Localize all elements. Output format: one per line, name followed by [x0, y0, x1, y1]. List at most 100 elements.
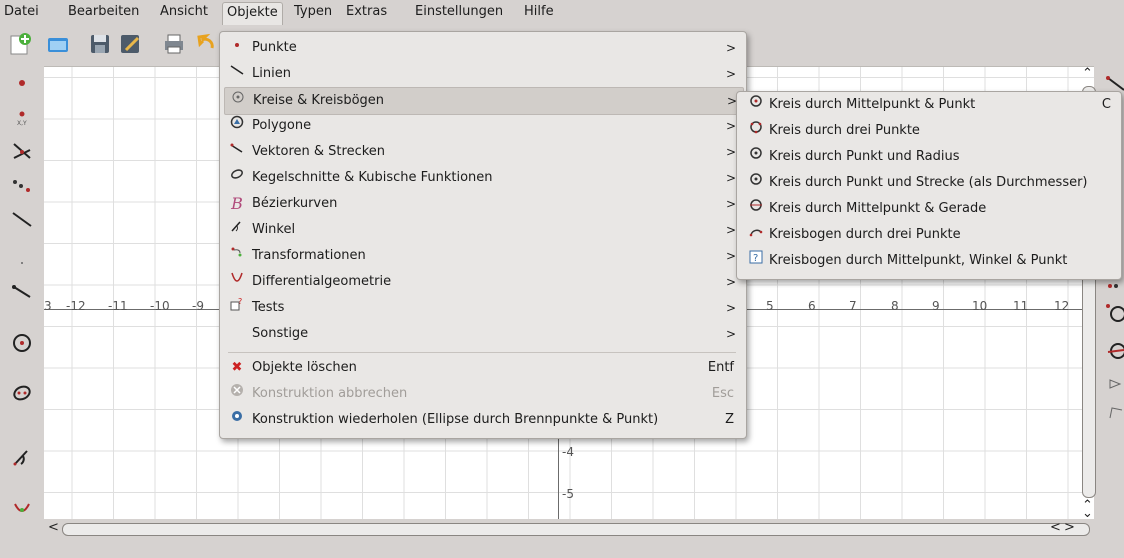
scroll-left-icon[interactable]: < — [1050, 520, 1061, 535]
menu-item-sonstige[interactable]: Sonstige > — [224, 321, 742, 347]
submenu-item-kreisbogen-mittelpunkt-winkel[interactable]: ? Kreisbogen durch Mittelpunkt, Winkel &… — [741, 248, 1117, 274]
new-document-icon[interactable] — [6, 30, 34, 58]
menu-objekte[interactable]: Objekte — [222, 2, 283, 25]
menu-ansicht[interactable]: Ansicht — [156, 0, 212, 24]
submenu-item-kreis-mittelpunkt-punkt[interactable]: Kreis durch Mittelpunkt & Punkt C — [741, 92, 1117, 118]
menu-typen[interactable]: Typen — [290, 0, 336, 24]
menu-item-konstruktion-wiederholen[interactable]: Konstruktion wiederholen (Ellipse durch … — [224, 407, 742, 433]
menu-item-objekte-loeschen[interactable]: ✖ Objekte löschen Entf — [224, 355, 742, 381]
menu-separator — [228, 352, 736, 353]
x-tick: -11 — [108, 299, 128, 313]
menu-item-konstruktion-abbrechen[interactable]: Konstruktion abbrechen Esc — [224, 381, 742, 407]
menu-item-label: Kreise & Kreisbögen — [253, 93, 385, 108]
menu-item-punkte[interactable]: Punkte > — [224, 35, 742, 61]
segment-tool-icon[interactable] — [6, 274, 38, 308]
print-icon[interactable] — [160, 30, 188, 58]
cancel-icon — [228, 381, 246, 407]
conic-tool-icon[interactable] — [6, 376, 38, 410]
dot-tool-icon[interactable] — [6, 240, 38, 274]
horizontal-scroll-thumb[interactable] — [62, 523, 1090, 536]
arc-icon — [747, 222, 765, 248]
x-tick: 5 — [766, 299, 774, 313]
menu-einstellungen[interactable]: Einstellungen — [411, 0, 507, 24]
submenu-item-kreis-drei-punkte[interactable]: Kreis durch drei Punkte — [741, 118, 1117, 144]
save-icon[interactable] — [86, 30, 114, 58]
menu-item-bezier[interactable]: B Bézierkurven > — [224, 191, 742, 217]
kreise-submenu: Kreis durch Mittelpunkt & Punkt C Kreis … — [736, 91, 1122, 280]
test-icon: ? — [228, 295, 246, 321]
menu-item-transformationen[interactable]: Transformationen > — [224, 243, 742, 269]
points-tool-icon[interactable] — [6, 168, 38, 202]
scroll-right-icon[interactable]: > — [1064, 520, 1075, 535]
submenu-item-kreis-punkt-strecke[interactable]: Kreis durch Punkt und Strecke (als Durch… — [741, 170, 1117, 196]
submenu-item-label: Kreis durch Punkt und Strecke (als Durch… — [769, 175, 1088, 190]
submenu-item-kreisbogen-drei-punkte[interactable]: Kreisbogen durch drei Punkte — [741, 222, 1117, 248]
save-as-icon[interactable] — [116, 30, 144, 58]
horizontal-scrollbar[interactable]: < < > — [44, 518, 1090, 540]
menu-item-differentialgeometrie[interactable]: Differentialgeometrie > — [224, 269, 742, 295]
menu-extras[interactable]: Extras — [342, 0, 391, 24]
menu-item-vektoren[interactable]: Vektoren & Strecken > — [224, 139, 742, 165]
intersection-tool-icon[interactable] — [6, 134, 38, 168]
chevron-right-icon: > — [725, 275, 736, 289]
menu-bearbeiten[interactable]: Bearbeiten — [64, 0, 143, 24]
chevron-right-icon: > — [725, 171, 736, 185]
menu-hilfe[interactable]: Hilfe — [520, 0, 558, 24]
x-tick: 6 — [808, 299, 816, 313]
polygon-tool-icon[interactable] — [1102, 372, 1124, 400]
vector-icon — [228, 139, 246, 165]
line-icon — [228, 61, 246, 87]
x-tick: 11 — [1013, 299, 1029, 313]
y-tick: -4 — [562, 445, 574, 459]
menu-item-tests[interactable]: ? Tests > — [224, 295, 742, 321]
polygon-icon — [228, 113, 246, 139]
menu-item-polygone[interactable]: Polygone > — [224, 113, 742, 139]
left-toolbar: X,Y — [0, 62, 44, 542]
x-tick: -10 — [150, 299, 170, 313]
svg-text:?: ? — [753, 253, 758, 264]
polygon-tool-icon[interactable] — [1102, 402, 1124, 430]
menu-item-linien[interactable]: Linien > — [224, 61, 742, 87]
menu-item-label: Sonstige — [252, 326, 309, 341]
line-tool-icon[interactable] — [6, 202, 38, 236]
delete-icon: ✖ — [231, 360, 243, 375]
submenu-item-kreis-punkt-radius[interactable]: Kreis durch Punkt und Radius — [741, 144, 1117, 170]
chevron-right-icon: > — [725, 327, 736, 341]
chevron-right-icon: > — [725, 301, 736, 315]
scroll-left-icon[interactable]: < — [48, 520, 59, 535]
angle-tool-icon[interactable] — [6, 440, 38, 474]
menubar: Datei Bearbeiten Ansicht Objekte Typen E… — [0, 0, 1124, 25]
circle-line-icon — [747, 196, 765, 222]
menu-item-winkel[interactable]: Winkel > — [224, 217, 742, 243]
x-tick: 9 — [932, 299, 940, 313]
conic-icon — [228, 165, 246, 191]
x-tick: 8 — [891, 299, 899, 313]
transform-tool-icon[interactable] — [6, 492, 38, 526]
curve-icon — [228, 269, 246, 295]
transform-icon — [228, 243, 246, 269]
undo-icon[interactable] — [196, 30, 216, 58]
menu-item-label: Transformationen — [252, 248, 366, 263]
circle-tool-icon[interactable] — [6, 326, 38, 360]
circle-segment-icon — [747, 170, 765, 196]
menu-item-kegelschnitte[interactable]: Kegelschnitte & Kubische Funktionen > — [224, 165, 742, 191]
chevron-right-icon: > — [725, 223, 736, 237]
menu-item-label: Objekte löschen — [252, 360, 357, 375]
circle-line-icon[interactable] — [1102, 338, 1124, 366]
menu-item-label: Konstruktion wiederholen (Ellipse durch … — [252, 412, 659, 427]
circle-three-points-icon — [747, 118, 765, 144]
scroll-up-icon[interactable]: ⌃ — [1082, 66, 1093, 81]
menu-datei[interactable]: Datei — [0, 0, 43, 24]
point-tool-icon[interactable] — [6, 66, 38, 100]
submenu-item-label: Kreis durch drei Punkte — [769, 123, 920, 138]
open-icon[interactable] — [44, 30, 72, 58]
menu-item-label: Vektoren & Strecken — [252, 144, 386, 159]
bezier-icon: B — [231, 194, 243, 213]
circle-center-icon — [747, 92, 765, 118]
submenu-item-kreis-mittelpunkt-gerade[interactable]: Kreis durch Mittelpunkt & Gerade — [741, 196, 1117, 222]
point-coords-tool-icon[interactable]: X,Y — [6, 100, 38, 134]
circle-point-icon[interactable] — [1102, 302, 1124, 330]
menu-item-kreise[interactable]: Kreise & Kreisbögen > — [224, 87, 744, 115]
x-tick: -12 — [66, 299, 86, 313]
menu-item-label: Linien — [252, 66, 291, 81]
